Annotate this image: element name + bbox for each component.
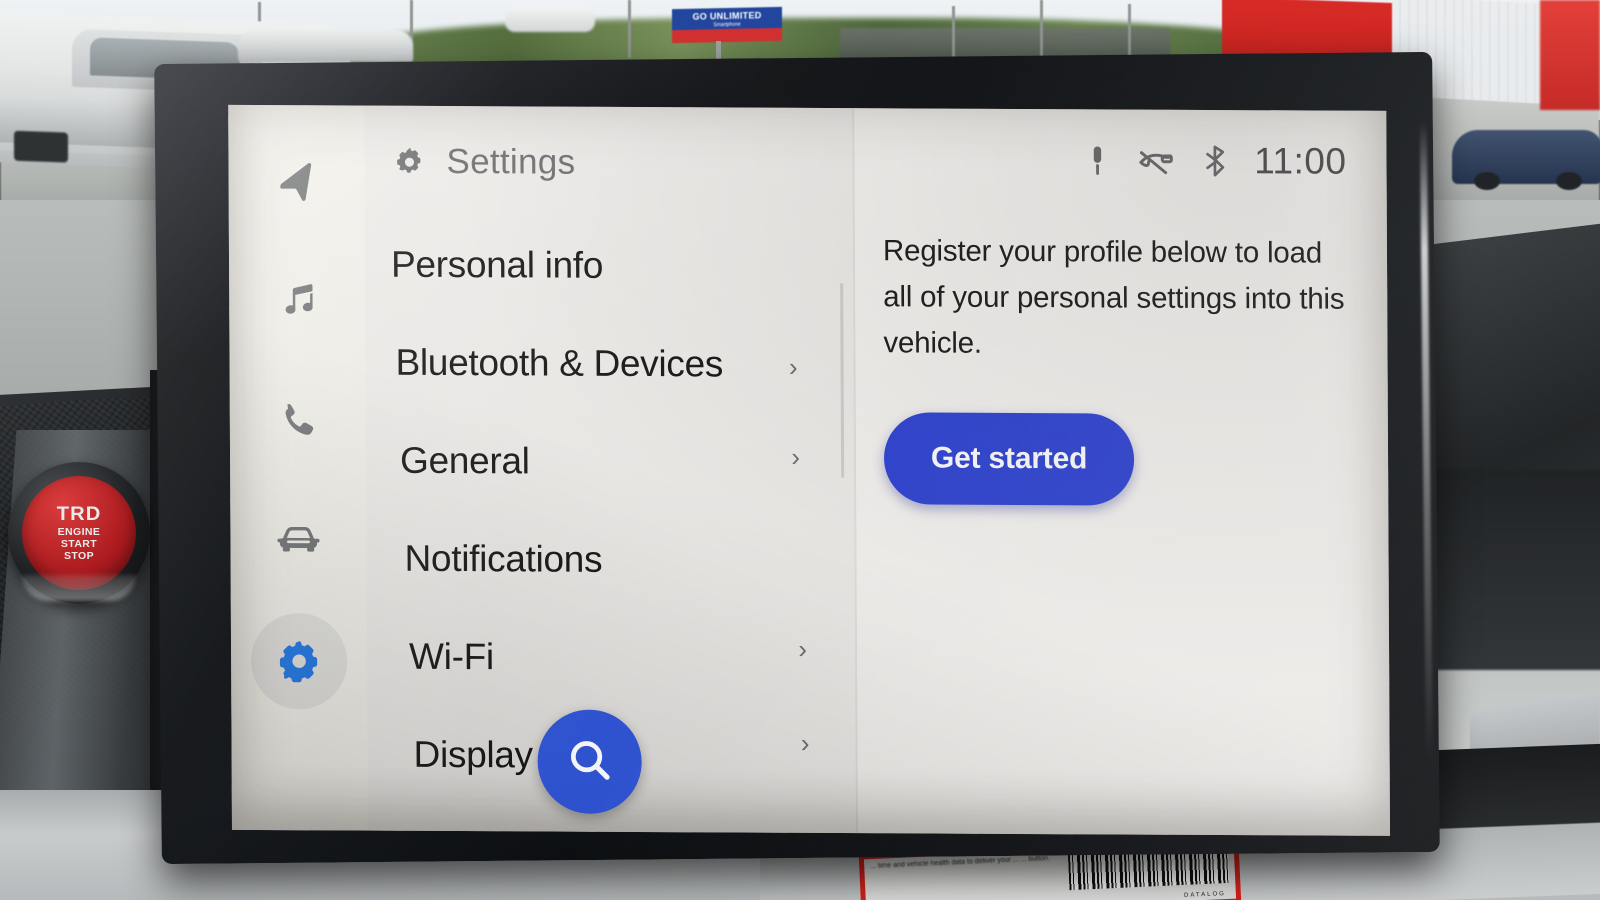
sidebar-item-settings[interactable] (250, 612, 348, 710)
gear-icon (392, 145, 426, 179)
billboard-line-2: Smartphone (713, 21, 741, 29)
chevron-right-icon: › (788, 351, 798, 382)
start-button-line-1: ENGINE (57, 526, 101, 538)
list-item-personal-info[interactable]: Personal info (365, 216, 856, 317)
sidebar-item-navigation[interactable] (248, 133, 345, 230)
search-icon (563, 733, 615, 790)
search-button[interactable] (537, 709, 642, 814)
bluetooth-icon (1202, 144, 1228, 178)
car-icon (273, 516, 323, 566)
list-item-wifi[interactable]: Wi-Fi › (367, 608, 858, 709)
console-lower-right (1430, 470, 1600, 670)
music-note-icon (274, 278, 320, 324)
infotainment-screen[interactable]: Settings Personal info Bluetooth & Devic… (228, 104, 1391, 836)
get-started-label: Get started (930, 441, 1088, 476)
chevron-right-icon: › (800, 727, 810, 758)
bezel-edge-highlight (1419, 121, 1433, 762)
list-item-label: Bluetooth & Devices (395, 341, 724, 385)
list-item-label: Wi-Fi (408, 635, 494, 678)
detail-panel: 11:00 Register your profile below to loa… (854, 108, 1391, 836)
list-item-label: Notifications (404, 537, 603, 580)
status-bar: 11:00 (854, 108, 1386, 183)
chevron-right-icon: › (798, 633, 808, 664)
settings-header: Settings (364, 106, 854, 185)
photo-scene: GO UNLIMITED Smartphone BODY SHOP TRD EN… (0, 0, 1600, 900)
sidebar-item-media[interactable] (249, 253, 346, 350)
detail-body: Register your profile below to load all … (855, 180, 1389, 507)
list-item-label: Personal info (390, 243, 604, 286)
barcode-number: DATALOG (1183, 891, 1226, 899)
list-item-notifications[interactable]: Notifications (366, 510, 857, 611)
registration-description: Register your profile below to load all … (882, 234, 1345, 360)
silver-car (238, 30, 413, 62)
distant-white-car (505, 6, 595, 32)
sidebar-item-vehicle[interactable] (250, 493, 347, 590)
engine-start-stop-button[interactable]: TRD ENGINE START STOP (22, 476, 136, 590)
list-item-label: Display (413, 733, 533, 776)
trd-logo: TRD (56, 504, 102, 525)
red-banner (1540, 0, 1600, 110)
microphone-muted-icon (1084, 143, 1110, 177)
infotainment-head-unit: Settings Personal info Bluetooth & Devic… (154, 51, 1440, 865)
start-button-line-2: START (60, 538, 98, 550)
blue-car (1452, 130, 1600, 190)
gear-icon (276, 638, 322, 684)
get-started-button[interactable]: Get started (883, 412, 1135, 506)
billboard-sign: GO UNLIMITED Smartphone (672, 6, 782, 44)
chevron-right-icon: › (791, 441, 801, 472)
start-button-highlight (22, 575, 136, 601)
call-muted-icon (1136, 144, 1176, 178)
phone-icon (275, 398, 321, 444)
settings-list-panel: Settings Personal info Bluetooth & Devic… (364, 105, 859, 834)
list-item-general[interactable]: General › (366, 412, 857, 513)
list-item-bluetooth-devices[interactable]: Bluetooth & Devices › (365, 314, 856, 415)
start-button-line-3: STOP (64, 550, 94, 562)
clock: 11:00 (1254, 140, 1347, 182)
sidebar-item-phone[interactable] (250, 373, 347, 470)
navigation-arrow-icon (273, 158, 319, 204)
app-rail (228, 104, 368, 831)
list-item-label: General (399, 439, 530, 482)
page-title: Settings (446, 141, 576, 182)
